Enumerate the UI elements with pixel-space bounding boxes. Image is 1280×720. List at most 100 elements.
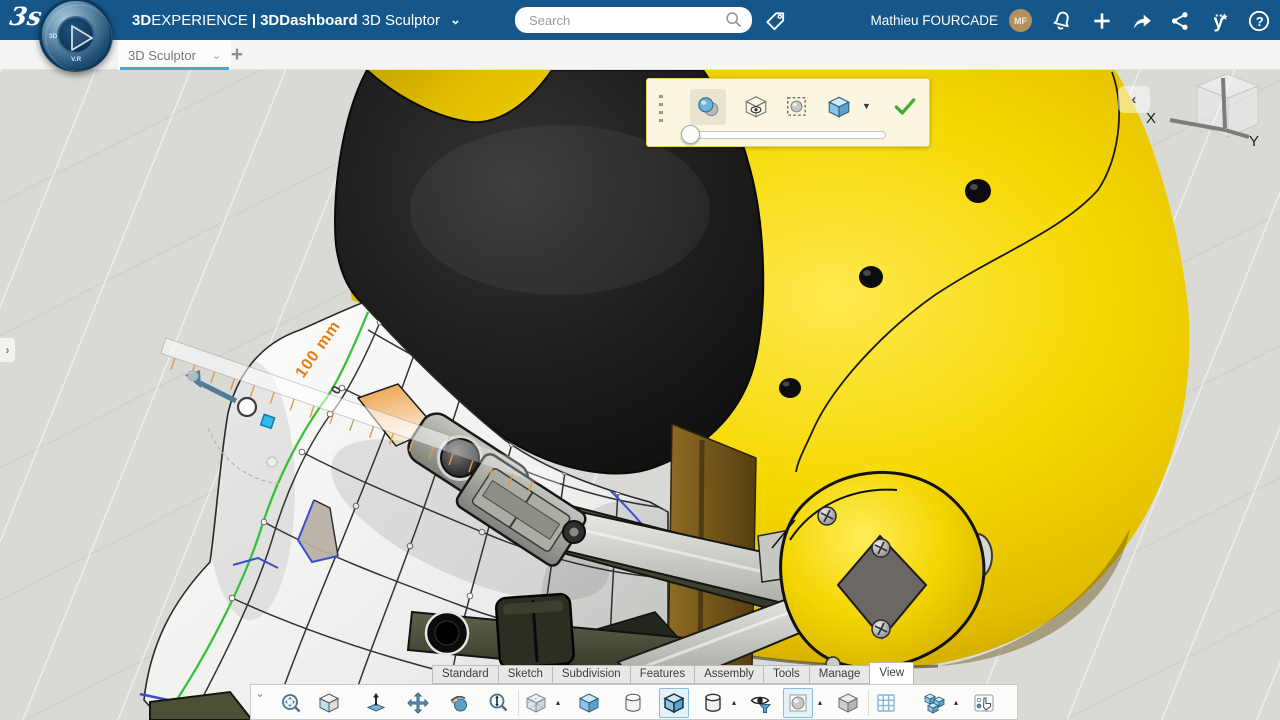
zoom-button[interactable] bbox=[484, 688, 514, 718]
normal-arrow-icon bbox=[364, 691, 388, 715]
viewport-3d[interactable]: 100 mm 0 X Y bbox=[0, 70, 1280, 720]
cursor-options-button[interactable] bbox=[969, 688, 999, 718]
chevron-down-icon[interactable]: ⌄ bbox=[212, 49, 221, 62]
notifications-icon[interactable] bbox=[1050, 9, 1074, 33]
expand-tree-button[interactable]: › bbox=[0, 338, 15, 362]
rotate-button[interactable] bbox=[444, 688, 474, 718]
spheres-icon bbox=[695, 94, 721, 120]
no-color-button[interactable] bbox=[833, 688, 863, 718]
flyout-caret-icon[interactable]: ▴ bbox=[556, 698, 560, 707]
snap-button bbox=[859, 266, 883, 288]
tag-icon[interactable] bbox=[763, 9, 787, 33]
tab-assembly[interactable]: Assembly bbox=[694, 665, 764, 684]
hide-show-button[interactable] bbox=[521, 688, 551, 718]
help-icon[interactable]: ? bbox=[1247, 9, 1271, 33]
search-input[interactable] bbox=[527, 12, 724, 29]
new-tab-button[interactable]: + bbox=[224, 42, 250, 68]
zoom-icon bbox=[487, 691, 511, 715]
shaded-edges-cube-icon bbox=[662, 691, 686, 715]
search-icon[interactable] bbox=[724, 10, 744, 30]
weight-slider-knob[interactable] bbox=[681, 125, 700, 144]
product-name: EXPERIENCE bbox=[151, 12, 248, 29]
wireframe-cube-eye-icon bbox=[743, 94, 769, 120]
svg-text:?: ? bbox=[1256, 14, 1264, 29]
look-at-button[interactable] bbox=[314, 688, 344, 718]
flyout-caret-icon[interactable]: ▴ bbox=[818, 698, 822, 707]
ok-button[interactable] bbox=[887, 89, 923, 125]
collapse-panel-button[interactable]: ‹ bbox=[1118, 86, 1150, 113]
flyout-caret-icon[interactable]: ▴ bbox=[954, 698, 958, 707]
gray-cube-icon bbox=[836, 691, 860, 715]
top-bar: 3s 3DEXPERIENCE | 3DDashboard 3D Sculpto… bbox=[0, 0, 1280, 40]
compass-west-label[interactable]: 3D bbox=[49, 33, 57, 40]
render-sphere-icon bbox=[786, 691, 810, 715]
search-box[interactable] bbox=[515, 7, 752, 33]
box-mode-button[interactable] bbox=[821, 89, 857, 125]
tab-standard[interactable]: Standard bbox=[432, 665, 499, 684]
fit-all-icon bbox=[279, 691, 303, 715]
shading-edges-button[interactable] bbox=[659, 688, 689, 718]
shaded-mode-button[interactable] bbox=[690, 89, 726, 125]
snap-button bbox=[779, 378, 801, 398]
compass-south-label[interactable]: V.R bbox=[71, 56, 81, 63]
pan-icon bbox=[406, 691, 430, 715]
weight-slider-track[interactable] bbox=[688, 131, 886, 139]
dashboard-name: 3DDashboard bbox=[260, 12, 358, 29]
tab-view[interactable]: View bbox=[869, 662, 914, 684]
product-name-bold: 3D bbox=[132, 12, 151, 29]
select-through-button[interactable] bbox=[779, 89, 815, 125]
selection-box-icon bbox=[784, 94, 810, 120]
tab-manage[interactable]: Manage bbox=[809, 665, 871, 684]
grid-icon bbox=[874, 691, 898, 715]
drag-handle[interactable] bbox=[659, 95, 663, 127]
manipulator-handle[interactable] bbox=[238, 398, 256, 416]
cube-icon bbox=[826, 94, 852, 120]
app-title[interactable]: 3DEXPERIENCE | 3DDashboard 3D Sculptor ⌄ bbox=[132, 0, 465, 40]
collapse-toolbar-button[interactable]: ⌄ bbox=[255, 686, 265, 700]
title-divider: | bbox=[252, 12, 256, 29]
share-icon[interactable] bbox=[1129, 9, 1153, 33]
visibility-filter-button[interactable] bbox=[746, 688, 776, 718]
hidden-mesh-cube-icon bbox=[524, 691, 548, 715]
subdivision-command-panel: ▼ bbox=[646, 78, 930, 147]
control-cage-button[interactable] bbox=[738, 89, 774, 125]
avatar[interactable]: MF bbox=[1009, 9, 1032, 32]
flyout-caret-icon[interactable]: ▴ bbox=[732, 698, 736, 707]
network-icon[interactable] bbox=[1168, 9, 1192, 33]
3dswym-icon[interactable]: ÿ bbox=[1207, 9, 1231, 33]
shading-button[interactable] bbox=[574, 688, 604, 718]
tab-subdivision[interactable]: Subdivision bbox=[552, 665, 631, 684]
tab-tools[interactable]: Tools bbox=[763, 665, 810, 684]
fit-all-button[interactable] bbox=[276, 688, 306, 718]
svg-text:ÿ: ÿ bbox=[1214, 11, 1225, 32]
shading-material-button[interactable] bbox=[618, 688, 648, 718]
vertex-handle[interactable] bbox=[261, 414, 275, 428]
tab-sketch[interactable]: Sketch bbox=[498, 665, 553, 684]
pan-button[interactable] bbox=[403, 688, 433, 718]
render-style-button[interactable] bbox=[783, 688, 813, 718]
tab-features[interactable]: Features bbox=[630, 665, 695, 684]
axis-triad[interactable]: X Y bbox=[1146, 74, 1259, 150]
user-name[interactable]: Mathieu FOURCADE bbox=[870, 0, 998, 40]
tab-label: 3D Sculptor bbox=[128, 48, 196, 63]
shading-hidden-edges-button[interactable] bbox=[698, 688, 728, 718]
cylinder-icon bbox=[621, 691, 645, 715]
rotate-icon bbox=[447, 691, 471, 715]
app-window: 3s 3DEXPERIENCE | 3DDashboard 3D Sculpto… bbox=[0, 0, 1280, 720]
3d-compass[interactable]: 3D V.R bbox=[39, 0, 113, 72]
view-toolbar: ⌄ bbox=[250, 684, 1018, 720]
ribbon-tab-bar: Standard Sketch Subdivision Features Ass… bbox=[432, 665, 913, 684]
3d-scene[interactable]: 100 mm 0 X Y bbox=[0, 70, 1280, 720]
tab-3d-sculptor[interactable]: 3D Sculptor ⌄ bbox=[118, 40, 231, 70]
chevron-down-icon[interactable]: ▼ bbox=[862, 101, 871, 111]
direction-arrow[interactable] bbox=[200, 383, 236, 401]
chevron-down-icon[interactable]: ⌄ bbox=[450, 12, 461, 28]
add-icon[interactable] bbox=[1090, 9, 1114, 33]
3ds-logo[interactable]: 3s bbox=[8, 2, 44, 31]
look-at-cube-icon bbox=[317, 691, 341, 715]
assembly-display-button[interactable] bbox=[919, 688, 949, 718]
grid-button[interactable] bbox=[871, 688, 901, 718]
axis-x-label: X bbox=[1146, 110, 1156, 127]
eye-filter-icon bbox=[749, 691, 773, 715]
normal-to-button[interactable] bbox=[361, 688, 391, 718]
